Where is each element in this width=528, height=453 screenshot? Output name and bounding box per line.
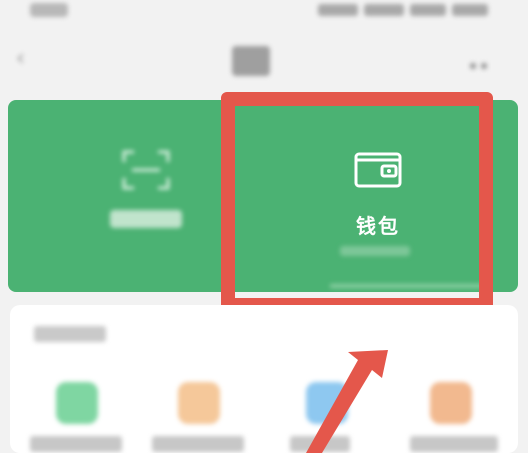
status-chip (410, 4, 446, 16)
back-arrow-icon[interactable]: ‹ (16, 48, 30, 70)
status-bar (0, 0, 528, 26)
more-icon[interactable] (470, 54, 510, 69)
service-icon[interactable] (56, 382, 98, 424)
section-title (34, 326, 106, 342)
pay-label (110, 210, 182, 228)
status-chip (318, 4, 358, 16)
pay-entry[interactable] (92, 138, 202, 248)
service-icon[interactable] (178, 382, 220, 424)
battery-icon (452, 4, 488, 16)
status-indicators (318, 2, 498, 18)
service-label (410, 436, 498, 452)
service-label (30, 436, 122, 452)
status-time (30, 3, 68, 17)
status-chip (364, 4, 404, 16)
pointer-arrow-icon (306, 350, 388, 453)
scan-icon (122, 150, 170, 190)
page-title (232, 46, 270, 76)
service-icon[interactable] (430, 382, 472, 424)
header-bar: ‹ (0, 36, 528, 84)
highlight-box (221, 92, 493, 312)
service-label (152, 436, 244, 452)
